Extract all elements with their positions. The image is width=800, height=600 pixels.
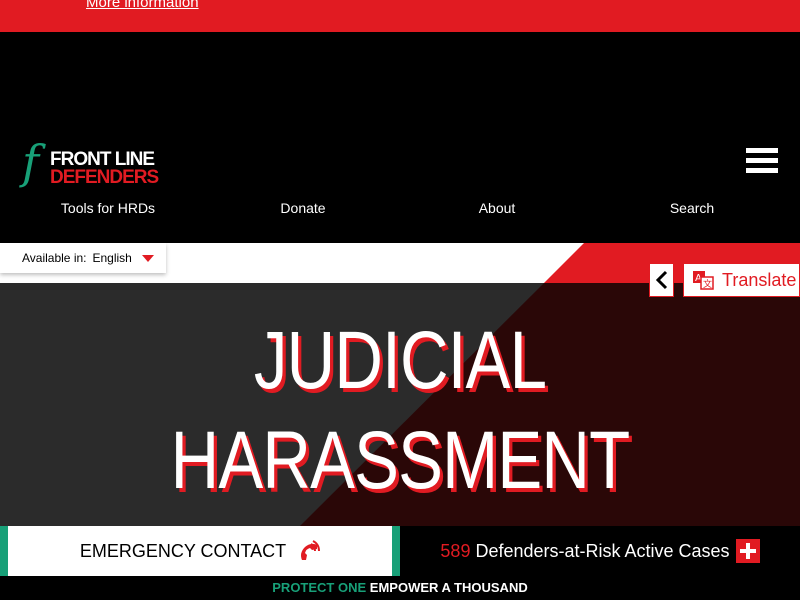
page-title: JUDICIAL HARASSMENT OF MOZN HASSAN bbox=[72, 311, 728, 526]
site-logo[interactable]: f FRONT LINE DEFENDERS bbox=[22, 138, 182, 188]
nav-search[interactable]: Search bbox=[670, 200, 714, 216]
back-button[interactable] bbox=[649, 263, 674, 297]
emergency-contact-button[interactable]: EMERGENCY CONTACT bbox=[0, 526, 400, 576]
logo-line2: DEFENDERS bbox=[50, 167, 159, 188]
page-title-line2: OF MOZN HASSAN bbox=[72, 511, 728, 526]
nav-tools-for-hrds[interactable]: Tools for HRDs bbox=[61, 200, 155, 216]
language-label: Available in: bbox=[22, 251, 87, 265]
language-selector[interactable]: Available in: English bbox=[0, 243, 166, 273]
chevron-left-icon bbox=[655, 270, 667, 290]
active-cases-label: Defenders-at-Risk Active Cases bbox=[475, 540, 730, 561]
active-cases-count: 589 bbox=[440, 540, 471, 561]
caret-down-icon bbox=[141, 254, 154, 262]
page-title-line1: JUDICIAL HARASSMENT bbox=[170, 315, 631, 506]
translate-label: Translate bbox=[722, 269, 797, 290]
hero-section: JUDICIAL HARASSMENT OF MOZN HASSAN bbox=[0, 283, 800, 526]
hamburger-menu-icon[interactable] bbox=[746, 148, 778, 182]
nav-about[interactable]: About bbox=[479, 200, 516, 216]
plus-icon bbox=[735, 539, 760, 563]
logo-mark: f bbox=[22, 135, 40, 189]
current-language: English bbox=[92, 251, 132, 265]
svg-text:文: 文 bbox=[703, 278, 712, 290]
main-nav: Tools for HRDs Donate About Search bbox=[0, 200, 800, 224]
translate-icon: A 文 bbox=[693, 271, 714, 290]
active-cases-button[interactable]: 589 Defenders-at-Risk Active Cases bbox=[400, 526, 800, 576]
tagline-part1: PROTECT ONE bbox=[272, 580, 367, 595]
tagline-part2: EMPOWER A THOUSAND bbox=[369, 580, 528, 595]
alert-banner: More information bbox=[0, 0, 800, 32]
translate-button[interactable]: A 文 Translate bbox=[683, 263, 800, 297]
more-information-link[interactable]: More information bbox=[86, 0, 199, 11]
emergency-contact-label: EMERGENCY CONTACT bbox=[79, 540, 287, 561]
tagline: PROTECT ONE EMPOWER A THOUSAND bbox=[0, 576, 800, 600]
phone-ringing-icon bbox=[301, 540, 321, 560]
nav-donate[interactable]: Donate bbox=[280, 200, 325, 216]
